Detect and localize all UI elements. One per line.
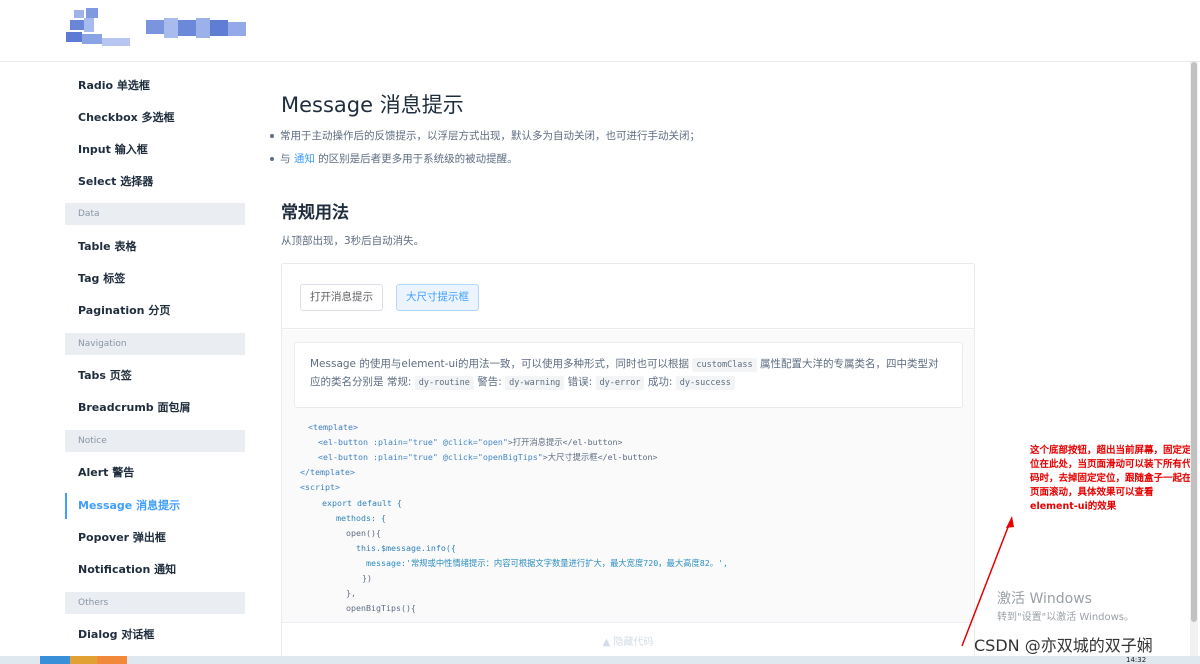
sidebar-item-pagination[interactable]: Pagination 分页 bbox=[78, 301, 170, 321]
sidebar-item-dialog[interactable]: Dialog 对话框 bbox=[78, 625, 154, 645]
code-token: >大尺寸提示框</el-button> bbox=[542, 452, 658, 462]
inline-code: dy-routine bbox=[414, 376, 474, 390]
annotation-note: 这个底部按钮，超出当前屏幕，固定定位在此处，当页面滑动可以装下所有代码时，去掉固… bbox=[1030, 445, 1192, 512]
sidebar-item-select[interactable]: Select 选择器 bbox=[78, 172, 153, 192]
desc-text: 警告: bbox=[473, 376, 506, 388]
code-token: >打开消息提示</el-button> bbox=[507, 437, 623, 447]
code-line: <el-button :plain="true" @click="open">打… bbox=[318, 435, 623, 450]
demo-meta: Message 的使用与element-ui的用法一致，可以使用多种形式，同时也… bbox=[282, 330, 974, 662]
code-token: <el-button bbox=[318, 437, 373, 447]
code-line: <el-button :plain="true" @click="openBig… bbox=[318, 450, 658, 465]
windows-activate-subtitle: 转到"设置"以激活 Windows。 bbox=[997, 612, 1135, 623]
sidebar-item-input[interactable]: Input 输入框 bbox=[78, 140, 148, 160]
section-desc: 从顶部出现，3秒后自动消失。 bbox=[281, 235, 425, 247]
csdn-watermark: CSDN @亦双城的双子娴 bbox=[974, 636, 1153, 655]
big-tips-button[interactable]: 大尺寸提示框 bbox=[396, 284, 479, 311]
desc-text: 应的类名分别是 常规: bbox=[310, 376, 415, 388]
intro-bullet-1: 常用于主动操作后的反馈提示，以浮层方式出现，默认多为自动关闭，也可进行手动关闭； bbox=[270, 128, 700, 143]
desc-text: Message 的使用与element-ui的用法一致，可以使用多种形式，同时也… bbox=[310, 358, 693, 370]
code-token: :plain="true" @click="open" bbox=[372, 437, 508, 447]
code-token: <el-button bbox=[318, 452, 373, 462]
inline-code: dy-warning bbox=[505, 376, 565, 390]
bullet-dot bbox=[270, 134, 274, 138]
code-line: <script> bbox=[300, 482, 340, 492]
open-message-button[interactable]: 打开消息提示 bbox=[300, 284, 383, 311]
windows-activate-title: 激活 Windows bbox=[997, 591, 1092, 607]
demo-block: 打开消息提示 大尺寸提示框 Message 的使用与element-ui的用法一… bbox=[281, 263, 975, 663]
demo-description: Message 的使用与element-ui的用法一致，可以使用多种形式，同时也… bbox=[294, 342, 963, 408]
sidebar-group-notice: Notice bbox=[65, 430, 245, 452]
desc-text: 属性配置大洋的专属类名，四中类型对 bbox=[756, 358, 939, 370]
sidebar-item-alert[interactable]: Alert 警告 bbox=[78, 463, 134, 483]
code-line: }) bbox=[362, 573, 372, 583]
sidebar-item-popover[interactable]: Popover 弹出框 bbox=[78, 528, 166, 548]
taskbar-app-icon[interactable] bbox=[97, 656, 127, 664]
sidebar-group-data: Data bbox=[65, 203, 245, 225]
intro-bullet-2: 与 通知 的区别是后者更多用于系统级的被动提醒。 bbox=[270, 151, 518, 166]
code-line: }, bbox=[346, 588, 356, 598]
sidebar-item-checkbox[interactable]: Checkbox 多选框 bbox=[78, 108, 175, 128]
code-line: <template> bbox=[308, 422, 358, 432]
taskbar-app-icon[interactable] bbox=[70, 656, 100, 664]
code-line: export default { bbox=[322, 498, 402, 508]
inline-code: dy-error bbox=[595, 376, 645, 390]
desc-text: 错误: bbox=[564, 376, 596, 388]
sidebar-item-tabs[interactable]: Tabs 页签 bbox=[78, 366, 132, 386]
bullet-text-pre: 与 bbox=[280, 153, 294, 165]
sidebar-item-notification[interactable]: Notification 通知 bbox=[78, 560, 176, 580]
code-line: </template> bbox=[300, 467, 355, 477]
section-title: 常规用法 bbox=[281, 203, 349, 223]
demo-source: 打开消息提示 大尺寸提示框 bbox=[282, 264, 974, 329]
top-header bbox=[0, 0, 1200, 62]
desc-text: 成功: bbox=[644, 376, 676, 388]
inline-code: dy-success bbox=[675, 376, 735, 390]
code-line: methods: { bbox=[336, 513, 386, 523]
taskbar-app-icon[interactable] bbox=[40, 656, 70, 664]
code-line: message:'常规或中性情绪提示：内容可根据文字数量进行扩大，最大宽度720… bbox=[366, 558, 729, 568]
logo[interactable] bbox=[66, 8, 256, 54]
bullet-text-post: 的区别是后者更多用于系统级的被动提醒。 bbox=[314, 153, 518, 165]
notification-link[interactable]: 通知 bbox=[294, 153, 315, 165]
code-line: this.$message.info({ bbox=[356, 543, 456, 553]
sidebar-item-table[interactable]: Table 表格 bbox=[78, 237, 136, 257]
page-title: Message 消息提示 bbox=[281, 93, 464, 117]
sidebar-item-radio[interactable]: Radio 单选框 bbox=[78, 76, 150, 96]
sidebar-item-breadcrumb[interactable]: Breadcrumb 面包屑 bbox=[78, 398, 191, 418]
bullet-text: 常用于主动操作后的反馈提示，以浮层方式出现，默认多为自动关闭，也可进行手动关闭； bbox=[280, 130, 700, 142]
bullet-dot bbox=[270, 157, 274, 161]
scrollbar-thumb[interactable] bbox=[1191, 62, 1197, 622]
inline-code: customClass bbox=[692, 358, 757, 372]
sidebar-item-tag[interactable]: Tag 标签 bbox=[78, 269, 125, 289]
sidebar-item-message[interactable]: Message 消息提示 bbox=[78, 496, 180, 516]
taskbar-clock: 14:32 bbox=[1126, 656, 1147, 664]
taskbar bbox=[0, 656, 1200, 664]
sidebar-group-others: Others bbox=[65, 592, 245, 614]
code-line: open(){ bbox=[346, 528, 381, 538]
active-indicator bbox=[65, 493, 67, 519]
code-token: :plain="true" @click="openBigTips" bbox=[372, 452, 543, 462]
code-line: openBigTips(){ bbox=[346, 603, 416, 613]
sidebar-group-navigation: Navigation bbox=[65, 333, 245, 355]
